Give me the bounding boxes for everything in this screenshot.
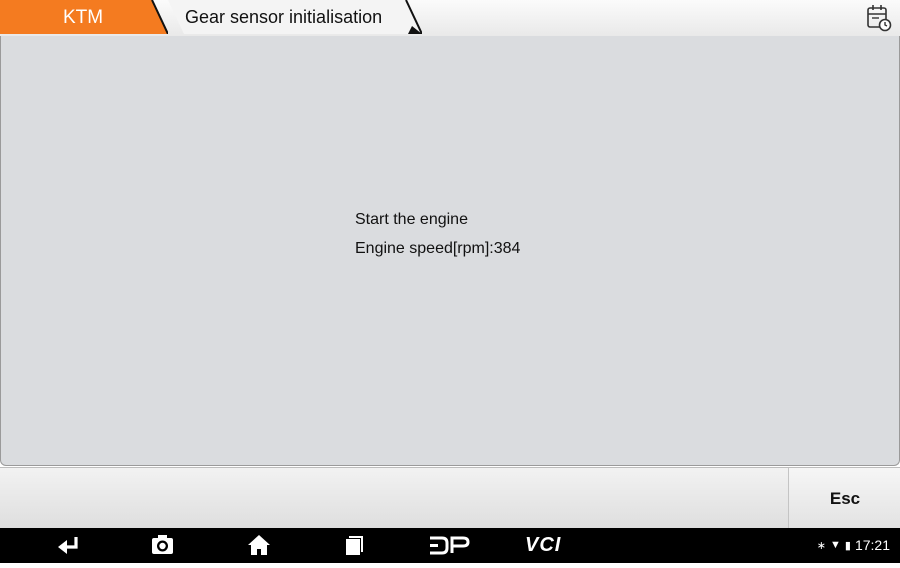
vci-label: VCI: [525, 534, 562, 556]
instruction-text: Start the engine: [355, 211, 468, 228]
bluetooth-icon: ∗: [816, 539, 826, 552]
home-icon[interactable]: [246, 528, 272, 563]
battery-icon: ▮: [844, 539, 851, 552]
clock-time: 17:21: [854, 537, 890, 553]
calendar-clock-icon[interactable]: [866, 4, 892, 32]
top-bar: KTM Gear sensor initialisation: [0, 0, 900, 36]
button-bar: Esc: [0, 467, 900, 529]
status-area: ∗ ▼ ▮ 17:21: [817, 537, 890, 553]
dp-icon[interactable]: DP: [428, 528, 470, 563]
recent-apps-icon[interactable]: [342, 528, 366, 563]
breadcrumb-brand[interactable]: KTM: [0, 0, 168, 34]
breadcrumb-brand-label: KTM: [62, 7, 104, 28]
vci-icon[interactable]: VCI: [523, 528, 569, 563]
esc-button[interactable]: Esc: [788, 468, 900, 529]
system-nav-bar: DP VCI ∗ ▼ ▮ 17:21: [0, 528, 900, 563]
esc-button-label: Esc: [829, 489, 861, 508]
camera-icon[interactable]: [150, 528, 176, 563]
breadcrumb-title-label: Gear sensor initialisation: [185, 7, 383, 27]
engine-speed-readout: Engine speed[rpm]:384: [355, 240, 521, 257]
back-icon[interactable]: [54, 528, 84, 563]
wifi-icon: ▼: [830, 539, 841, 551]
message-dialog: Start the engine Engine speed[rpm]:384: [0, 36, 900, 466]
breadcrumb-title[interactable]: Gear sensor initialisation: [150, 0, 422, 34]
